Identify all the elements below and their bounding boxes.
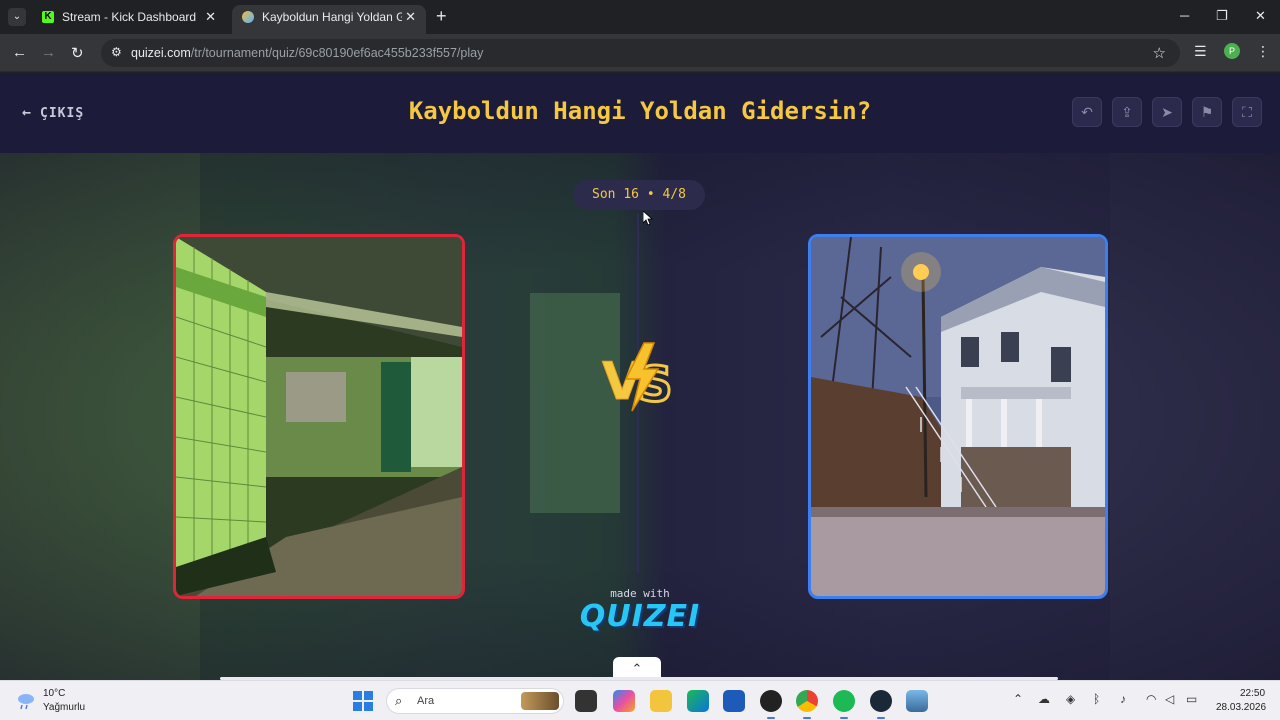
quizei-logo[interactable]: QUIZEI xyxy=(0,599,1280,634)
weather-condition: Yağmurlu xyxy=(43,702,86,713)
browser-toolbar: ← → ↻ ⚙ quizei.com/tr/tournament/quiz/69… xyxy=(0,34,1280,72)
chrome-menu-icon[interactable]: ⋮ xyxy=(1256,43,1270,60)
search-icon: ⌕ xyxy=(395,693,403,708)
edge-browser-icon[interactable] xyxy=(687,690,709,712)
restore-icon[interactable]: ❐ xyxy=(1216,8,1228,24)
undo-icon[interactable]: ↶ xyxy=(1072,97,1102,127)
mouse-cursor-icon xyxy=(643,211,653,225)
microsoft-store-icon[interactable] xyxy=(723,690,745,712)
chrome-icon[interactable] xyxy=(796,690,818,719)
vs-lightning-icon: V S xyxy=(602,342,674,413)
profile-avatar[interactable]: P xyxy=(1224,43,1240,59)
steam-icon[interactable] xyxy=(870,690,892,719)
site-info-icon[interactable]: ⚙ xyxy=(111,45,122,59)
choice-left-card[interactable] xyxy=(173,234,465,599)
microphone-icon[interactable]: ♪ xyxy=(1120,692,1126,706)
search-highlight-image xyxy=(521,692,559,710)
obs-studio-icon[interactable] xyxy=(760,690,782,719)
clock-time[interactable]: 22:50 xyxy=(1240,688,1265,699)
url-text: quizei.com/tr/tournament/quiz/69c80190ef… xyxy=(131,46,484,60)
battery-icon[interactable]: ▭ xyxy=(1186,692,1197,706)
window-close-icon[interactable]: ✕ xyxy=(1255,8,1266,24)
forward-arrow-icon[interactable]: → xyxy=(41,44,56,61)
tab-title: Kayboldun Hangi Yoldan Gidersin? xyxy=(262,10,402,24)
choice-right-card[interactable] xyxy=(808,234,1108,599)
spotify-icon[interactable] xyxy=(833,690,855,719)
bookmark-star-icon[interactable]: ☆ xyxy=(1153,44,1166,62)
wifi-icon[interactable]: ◠ xyxy=(1146,692,1156,706)
reading-list-icon[interactable]: ☰ xyxy=(1194,43,1207,60)
search-placeholder: Ara xyxy=(417,695,435,707)
round-indicator: Son 16 • 4/8 xyxy=(573,180,705,210)
back-arrow-icon[interactable]: ← xyxy=(12,44,27,61)
taskbar-search-input[interactable]: ⌕ Ara xyxy=(386,688,564,714)
weather-temperature: 10°C xyxy=(43,688,66,699)
send-icon[interactable]: ➤ xyxy=(1152,97,1182,127)
tab-title: Stream - Kick Dashboard xyxy=(62,10,197,24)
copilot-icon[interactable] xyxy=(613,690,635,712)
task-view-icon[interactable] xyxy=(575,690,597,712)
quizei-favicon-icon xyxy=(242,11,254,23)
new-tab-plus-icon[interactable]: + xyxy=(436,6,447,27)
browser-tabstrip: ⌄ K Stream - Kick Dashboard ✕ Kayboldun … xyxy=(0,0,1280,34)
onedrive-icon[interactable]: ☁ xyxy=(1038,692,1050,706)
close-tab-icon[interactable]: ✕ xyxy=(405,5,416,29)
subway-corridor-image xyxy=(176,237,462,596)
windows-start-icon[interactable] xyxy=(353,691,373,711)
report-flag-icon[interactable]: ⚑ xyxy=(1192,97,1222,127)
minimize-icon[interactable]: ─ xyxy=(1180,8,1189,23)
bluetooth-icon[interactable]: ᛒ xyxy=(1093,692,1100,706)
tray-overflow-chevron-icon[interactable]: ⌃ xyxy=(1013,692,1023,706)
page-header: ← ÇIKIŞ Kayboldun Hangi Yoldan Gidersin? … xyxy=(0,73,1280,153)
rain-cloud-icon[interactable] xyxy=(16,690,36,710)
share-icon[interactable]: ⇪ xyxy=(1112,97,1142,127)
close-tab-icon[interactable]: ✕ xyxy=(205,5,216,29)
tab-search-icon[interactable]: ⌄ xyxy=(8,8,26,26)
security-shield-icon[interactable]: ◈ xyxy=(1066,692,1075,706)
tab-kick-dashboard[interactable]: K Stream - Kick Dashboard ✕ xyxy=(32,5,226,34)
house-streetlamp-image xyxy=(811,237,1105,596)
file-explorer-icon[interactable] xyxy=(650,690,672,712)
address-bar[interactable]: ⚙ quizei.com/tr/tournament/quiz/69c80190… xyxy=(101,39,1180,67)
volume-icon[interactable]: ◁ xyxy=(1165,692,1174,706)
reload-icon[interactable]: ↻ xyxy=(71,44,84,62)
tab-quiz[interactable]: Kayboldun Hangi Yoldan Gidersin? ✕ xyxy=(232,5,426,34)
photos-app-icon[interactable] xyxy=(906,690,928,712)
windows-taskbar: 10°C Yağmurlu ⌕ Ara ⌃ ☁ ◈ ᛒ ♪ ◠ ◁ ▭ 22:5… xyxy=(0,680,1280,720)
fullscreen-icon[interactable]: ⛶ xyxy=(1232,97,1262,127)
kick-favicon-icon: K xyxy=(42,11,54,23)
quiz-page: ← ÇIKIŞ Kayboldun Hangi Yoldan Gidersin? … xyxy=(0,73,1280,680)
clock-date[interactable]: 28.03.2026 xyxy=(1216,702,1266,713)
